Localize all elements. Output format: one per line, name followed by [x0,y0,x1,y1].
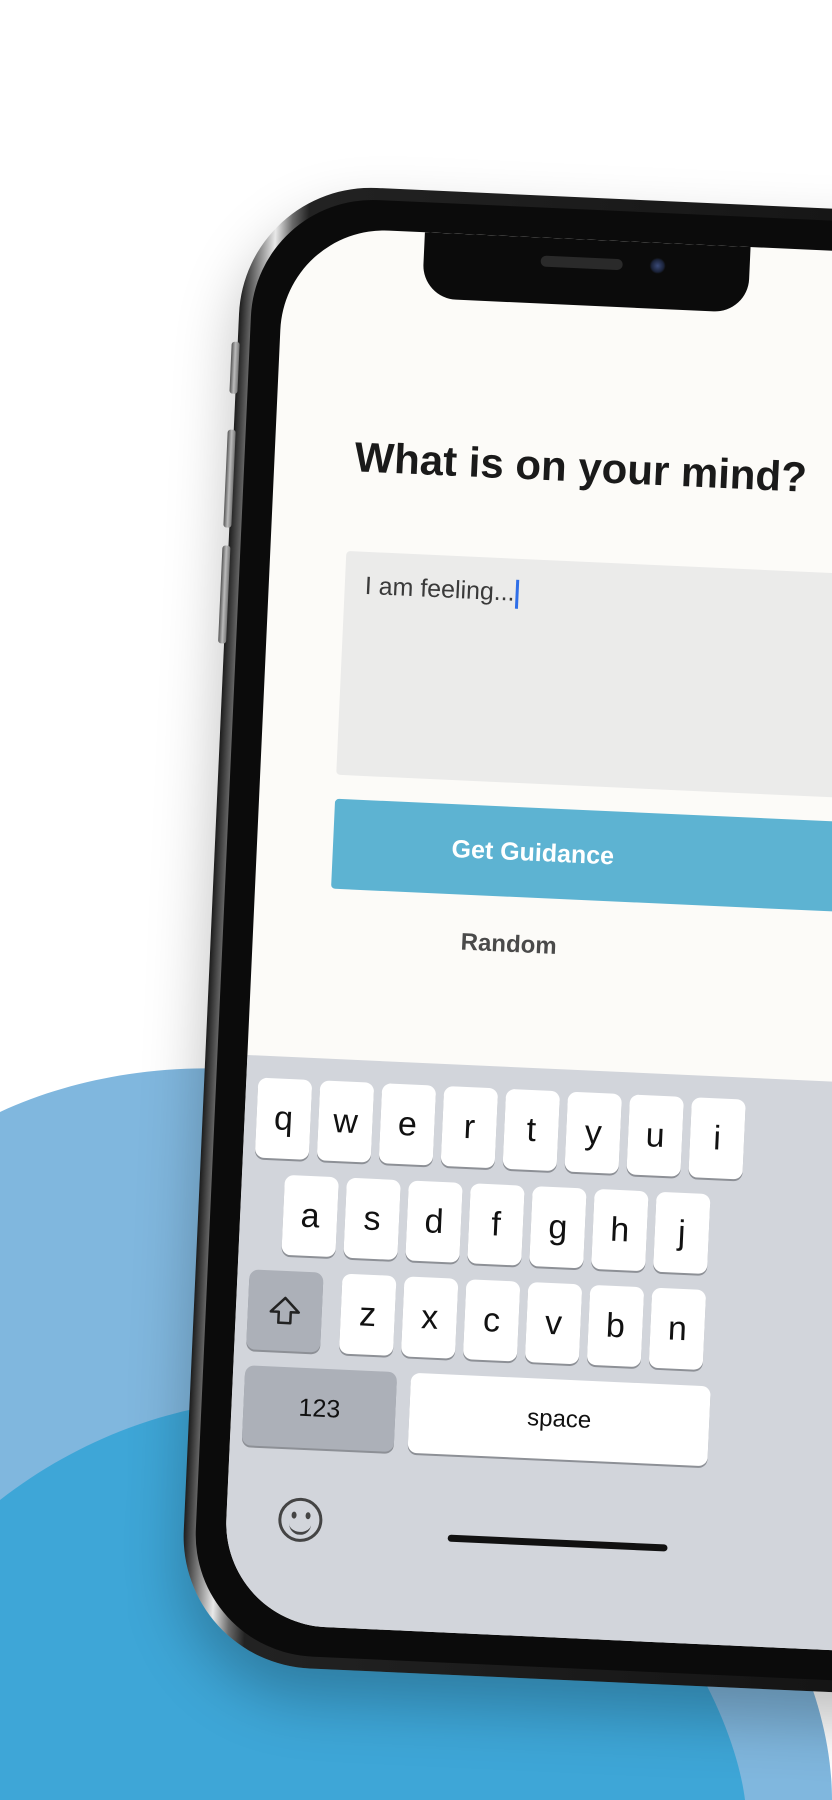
phone-screen: What is on your mind? I am feeling... Ge… [221,225,832,1656]
mute-switch [229,341,240,394]
speaker-grille [540,255,623,271]
home-indicator [447,1534,668,1552]
key-u[interactable]: u [626,1094,684,1177]
keyboard: q w e r t y u i a s d f g h j z x c v b … [221,1055,832,1656]
key-i[interactable]: i [688,1097,746,1180]
phone-bezel: What is on your mind? I am feeling... Ge… [190,194,832,1688]
emoji-smile-icon[interactable] [277,1496,324,1543]
random-button[interactable]: Random [328,909,690,981]
key-h[interactable]: h [591,1188,649,1272]
key-d[interactable]: d [405,1180,463,1263]
key-j[interactable]: j [652,1191,711,1275]
key-g[interactable]: g [529,1186,587,1269]
phone-frame: What is on your mind? I am feeling... Ge… [177,182,832,1700]
notch [421,232,751,313]
get-guidance-label: Get Guidance [451,834,615,870]
key-a[interactable]: a [281,1174,339,1258]
key-w[interactable]: w [316,1080,375,1163]
key-v[interactable]: v [524,1281,583,1365]
get-guidance-button[interactable]: Get Guidance [331,798,832,913]
space-key[interactable]: space [407,1372,711,1467]
key-y[interactable]: y [564,1091,623,1174]
key-c[interactable]: c [462,1279,521,1362]
key-x[interactable]: x [400,1276,459,1359]
front-camera-icon [649,257,666,275]
key-f[interactable]: f [467,1183,525,1266]
key-b[interactable]: b [586,1284,645,1368]
key-r[interactable]: r [440,1085,499,1169]
key-t[interactable]: t [502,1088,561,1172]
page-title: What is on your mind? [353,433,808,501]
shift-arrow-icon [269,1296,301,1325]
key-n[interactable]: n [648,1287,707,1370]
text-cursor [515,579,520,609]
feeling-input-value: I am feeling... [364,571,516,607]
key-s[interactable]: s [343,1177,401,1261]
key-e[interactable]: e [378,1083,437,1166]
shift-key[interactable] [246,1269,324,1353]
key-q[interactable]: q [254,1077,313,1160]
feeling-input[interactable]: I am feeling... [336,550,832,799]
numbers-key[interactable]: 123 [241,1365,398,1453]
key-z[interactable]: z [338,1273,397,1356]
